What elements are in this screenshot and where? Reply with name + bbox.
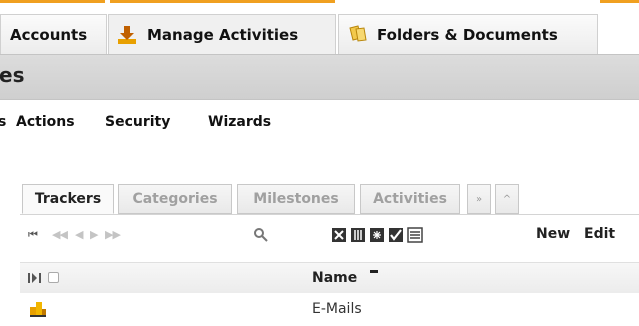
tab-folders-documents[interactable]: Folders & Documents [338, 14, 598, 54]
column-chooser-icon[interactable] [350, 227, 366, 243]
accent-segment [0, 0, 105, 3]
page-header: es [0, 54, 639, 100]
excel-export-icon[interactable] [331, 227, 347, 243]
sub-menu-item-wizards[interactable]: Wizards [208, 114, 271, 130]
previous-icon[interactable]: ◀ [75, 228, 84, 241]
tab-label: Categories [132, 191, 218, 207]
accent-segment [110, 0, 335, 3]
sort-ascending-icon[interactable] [370, 270, 378, 273]
edit-button[interactable]: Edit [584, 226, 615, 242]
new-button[interactable]: New [536, 226, 570, 242]
tab-manage-activities[interactable]: Manage Activities [108, 14, 336, 54]
sub-menu-item-actions[interactable]: Actions [16, 114, 75, 130]
select-all-checkbox[interactable] [48, 272, 59, 283]
tab-label: Folders & Documents [377, 25, 558, 44]
tab-label: Trackers [34, 191, 102, 207]
next-icon[interactable]: ▶ [90, 228, 99, 241]
more-tabs-button[interactable]: » [467, 184, 491, 214]
tab-label: Activities [373, 191, 447, 207]
tab-trackers[interactable]: Trackers [22, 184, 114, 214]
tracker-folder-icon [30, 302, 46, 317]
collapse-tabs-button[interactable]: ^ [495, 184, 519, 214]
first-page-icon[interactable]: ⏮ [28, 228, 38, 242]
tab-label: Accounts [10, 25, 88, 44]
sub-menu-item-security[interactable]: Security [105, 114, 170, 130]
previous-page-icon[interactable]: ◀◀ [52, 228, 68, 241]
tab-label: Milestones [253, 191, 339, 207]
list-view-icon[interactable] [407, 227, 423, 243]
folders-documents-icon [347, 24, 367, 45]
tab-milestones[interactable]: Milestones [237, 184, 355, 214]
table-row[interactable]: E-Mails [20, 293, 639, 325]
filter-icon[interactable] [369, 227, 385, 243]
column-header-name[interactable]: Name [312, 270, 357, 286]
sub-menu-item-partial[interactable]: s [0, 114, 6, 130]
tab-categories[interactable]: Categories [118, 184, 232, 214]
grid-header-row: Name [20, 262, 639, 294]
page-title: es [0, 63, 25, 87]
last-page-icon[interactable]: ▶▶ [105, 228, 121, 241]
download-icon [117, 25, 137, 45]
more-tabs-icon: » [475, 193, 483, 205]
collapse-icon: ^ [502, 193, 512, 205]
grid-toolbar: ⏮ ◀◀ ◀ ▶ ▶▶ New Edit [0, 222, 639, 248]
search-icon[interactable] [253, 227, 269, 243]
accent-segment [600, 0, 639, 3]
cell-name: E-Mails [312, 301, 362, 317]
tab-label: Manage Activities [147, 25, 299, 44]
tab-activities[interactable]: Activities [360, 184, 460, 214]
top-tab-bar: Accounts Manage Activities Folders & Doc… [0, 4, 639, 58]
tab-accounts[interactable]: Accounts [0, 14, 107, 54]
select-all-icon[interactable] [388, 227, 404, 243]
expand-column-icon[interactable] [28, 272, 42, 284]
